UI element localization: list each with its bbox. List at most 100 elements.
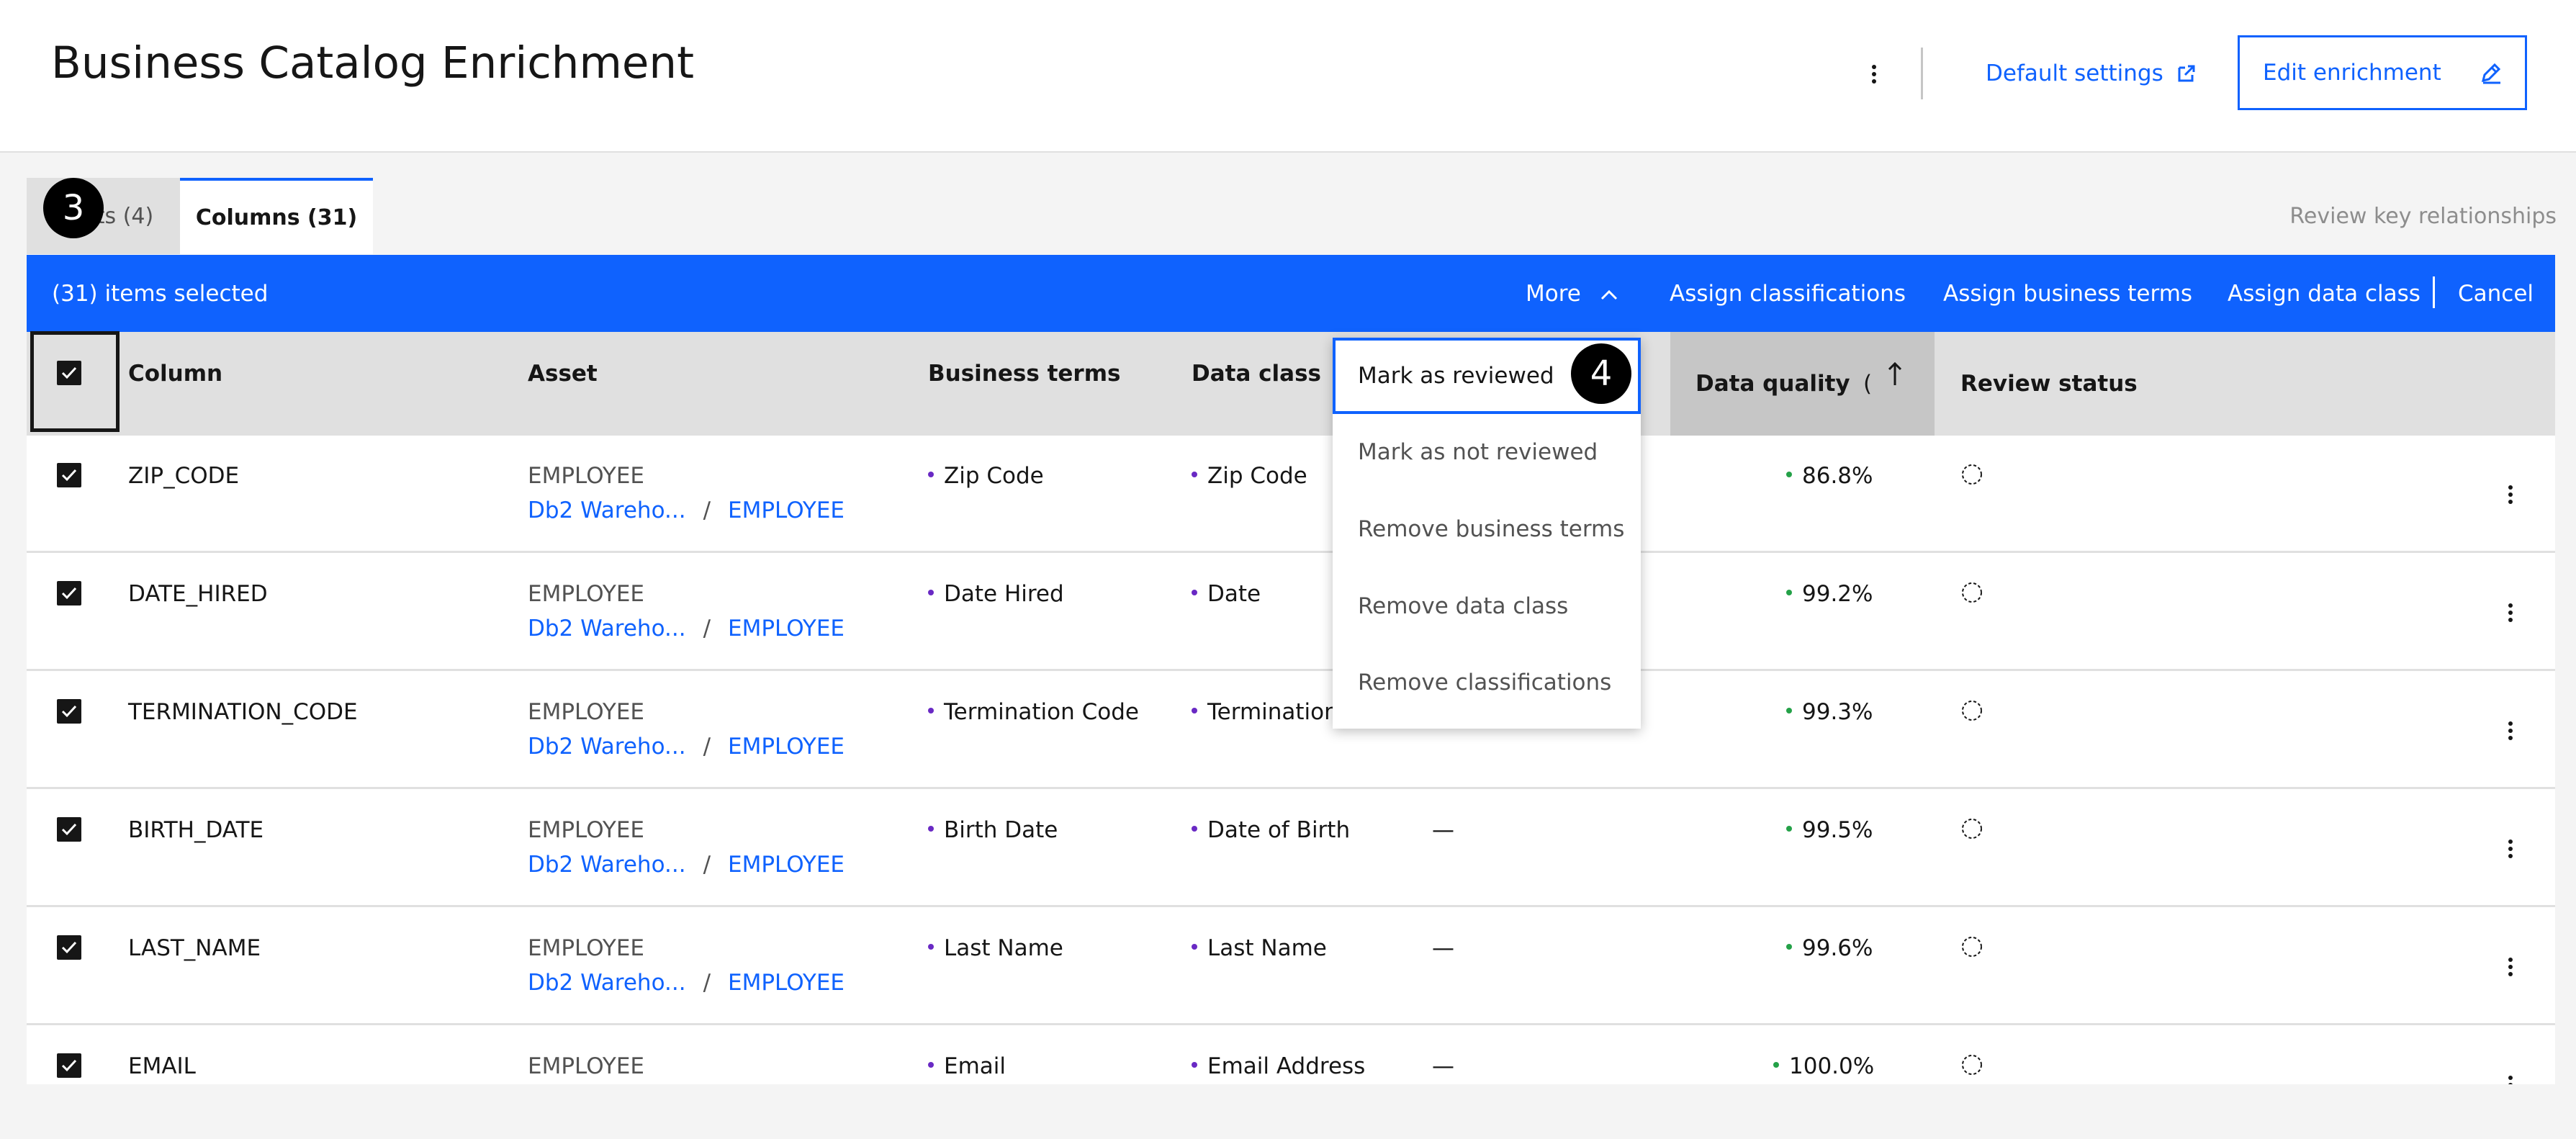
row-overflow-menu-icon[interactable] [2503, 716, 2518, 745]
asset-path-table-link[interactable]: EMPLOYEE [728, 734, 845, 760]
action-bar-divider [2433, 276, 2435, 308]
table-row[interactable]: LAST_NAME EMPLOYEE Db2 Wareho... / EMPLOYE… [27, 908, 2555, 1025]
data-class-label: Zip Code [1207, 463, 1307, 489]
column-header-data-class[interactable]: Data class [1192, 361, 1321, 387]
row-checkbox[interactable] [57, 699, 81, 724]
tab-assets-label: ts (4) [96, 203, 154, 229]
checkmark-icon [61, 705, 77, 718]
overflow-menu-icon[interactable] [1863, 58, 1885, 91]
page-header: Business Catalog Enrichment Default sett… [0, 0, 2576, 153]
asset-name: EMPLOYEE [528, 1053, 645, 1079]
data-class[interactable]: Date of Birth [1192, 817, 1350, 843]
column-name: BIRTH_DATE [128, 817, 264, 843]
row-checkbox[interactable] [57, 1053, 81, 1078]
table-row[interactable]: DATE_HIRED EMPLOYEE Db2 Wareho... / EMPLOY… [27, 554, 2555, 671]
checkmark-icon [61, 469, 77, 482]
row-checkbox[interactable] [57, 817, 81, 842]
row-overflow-menu-icon[interactable] [2503, 480, 2518, 509]
data-class[interactable]: Last Name [1192, 935, 1327, 961]
data-quality-value: 99.3% [1786, 699, 1873, 725]
business-term[interactable]: Last Name [928, 935, 1063, 961]
column-header-business-terms[interactable]: Business terms [928, 361, 1120, 387]
business-term-label: Birth Date [944, 817, 1058, 843]
row-checkbox[interactable] [57, 935, 81, 960]
tab-columns[interactable]: Columns (31) [180, 178, 373, 254]
classification-empty: — [1432, 817, 1454, 843]
batch-action-bar: (31) items selected More Assign classifi… [27, 255, 2555, 332]
table-row[interactable]: EMAIL EMPLOYEE Email Email Address — 100… [27, 1026, 2555, 1084]
table-row[interactable]: TERMINATION_CODE EMPLOYEE Db2 Wareho... /… [27, 672, 2555, 789]
column-header-asset[interactable]: Asset [528, 361, 598, 387]
asset-name: EMPLOYEE [528, 817, 645, 843]
business-term-label: Zip Code [944, 463, 1044, 489]
menu-item-remove-business-terms[interactable]: Remove business terms [1333, 491, 1641, 567]
asset-path-table-link[interactable]: EMPLOYEE [728, 616, 845, 641]
asset-path-connection-link[interactable]: Db2 Wareho... [528, 616, 686, 641]
asset-path: Db2 Wareho... / EMPLOYEE [528, 734, 845, 760]
data-class-label: Date of Birth [1207, 817, 1351, 843]
column-name: LAST_NAME [128, 935, 261, 961]
column-header-data-quality[interactable]: Data quality ( [1670, 332, 1935, 436]
default-settings-link[interactable]: Default settings [1986, 60, 2198, 86]
not-reviewed-status-icon [1962, 937, 1982, 957]
column-header-column[interactable]: Column [128, 361, 222, 387]
classification-empty: — [1432, 1053, 1454, 1079]
data-class-label: Termination [1207, 699, 1338, 725]
more-label: More [1526, 281, 1581, 307]
asset-path: Db2 Wareho... / EMPLOYEE [528, 498, 845, 523]
business-term-label: Termination Code [944, 699, 1139, 725]
table-row[interactable]: ZIP_CODE EMPLOYEE Db2 Wareho... / EMPLOYEE… [27, 436, 2555, 553]
more-button[interactable]: More [1526, 281, 1618, 307]
column-name: ZIP_CODE [128, 463, 240, 489]
assign-classifications-button[interactable]: Assign classifications [1670, 281, 1906, 307]
row-overflow-menu-icon[interactable] [2503, 1071, 2518, 1084]
row-overflow-menu-icon[interactable] [2503, 598, 2518, 627]
column-header-review-status[interactable]: Review status [1960, 371, 2138, 397]
business-term[interactable]: Zip Code [928, 463, 1044, 489]
edit-enrichment-label: Edit enrichment [2263, 60, 2441, 86]
data-class[interactable]: Zip Code [1192, 463, 1307, 489]
default-settings-label: Default settings [1986, 60, 2163, 86]
asset-path-connection-link[interactable]: Db2 Wareho... [528, 852, 686, 878]
assign-business-terms-button[interactable]: Assign business terms [1943, 281, 2192, 307]
business-term[interactable]: Date Hired [928, 581, 1064, 607]
data-class[interactable]: Date [1192, 581, 1261, 607]
asset-path-table-link[interactable]: EMPLOYEE [728, 970, 845, 996]
not-reviewed-status-icon [1962, 1055, 1982, 1075]
table-header: Column Asset Business terms Data class D… [27, 332, 2555, 436]
business-term[interactable]: Termination Code [928, 699, 1139, 725]
step-3-badge: 3 [43, 178, 104, 238]
selected-count: (31) items selected [52, 281, 269, 307]
assign-data-class-button[interactable]: Assign data class [2228, 281, 2420, 307]
business-term-label: Last Name [944, 935, 1063, 961]
cancel-button[interactable]: Cancel [2458, 281, 2534, 307]
menu-item-remove-classifications[interactable]: Remove classifications [1333, 644, 1641, 721]
asset-path-connection-link[interactable]: Db2 Wareho... [528, 498, 686, 523]
asset-path: Db2 Wareho... / EMPLOYEE [528, 616, 845, 641]
column-name: EMAIL [128, 1053, 196, 1079]
menu-item-remove-data-class[interactable]: Remove data class [1333, 568, 1641, 644]
sort-ascending-icon[interactable] [1886, 359, 1904, 388]
table-row[interactable]: BIRTH_DATE EMPLOYEE Db2 Wareho... / EMPLOY… [27, 790, 2555, 907]
asset-path-connection-link[interactable]: Db2 Wareho... [528, 970, 686, 996]
row-overflow-menu-icon[interactable] [2503, 834, 2518, 863]
row-checkbox[interactable] [57, 463, 81, 487]
row-checkbox[interactable] [57, 581, 81, 605]
review-key-relationships-link[interactable]: Review key relationships [2289, 204, 2557, 229]
data-class[interactable]: Termination [1192, 699, 1338, 725]
asset-path-table-link[interactable]: EMPLOYEE [728, 498, 845, 523]
asset-path: Db2 Wareho... / EMPLOYEE [528, 970, 845, 996]
edit-enrichment-button[interactable]: Edit enrichment [2238, 35, 2527, 110]
not-reviewed-status-icon [1962, 464, 1982, 485]
tab-columns-label: Columns (31) [195, 204, 358, 230]
menu-item-mark-as-not-reviewed[interactable]: Mark as not reviewed [1333, 414, 1641, 490]
asset-path-connection-link[interactable]: Db2 Wareho... [528, 734, 686, 760]
asset-path-table-link[interactable]: EMPLOYEE [728, 852, 845, 878]
chevron-up-icon [1600, 289, 1617, 300]
data-class[interactable]: Email Address [1192, 1053, 1365, 1079]
business-term[interactable]: Birth Date [928, 817, 1058, 843]
data-class-label: Date [1207, 581, 1261, 607]
data-quality-value: 86.8% [1786, 463, 1873, 489]
row-overflow-menu-icon[interactable] [2503, 953, 2518, 981]
business-term[interactable]: Email [928, 1053, 1006, 1079]
